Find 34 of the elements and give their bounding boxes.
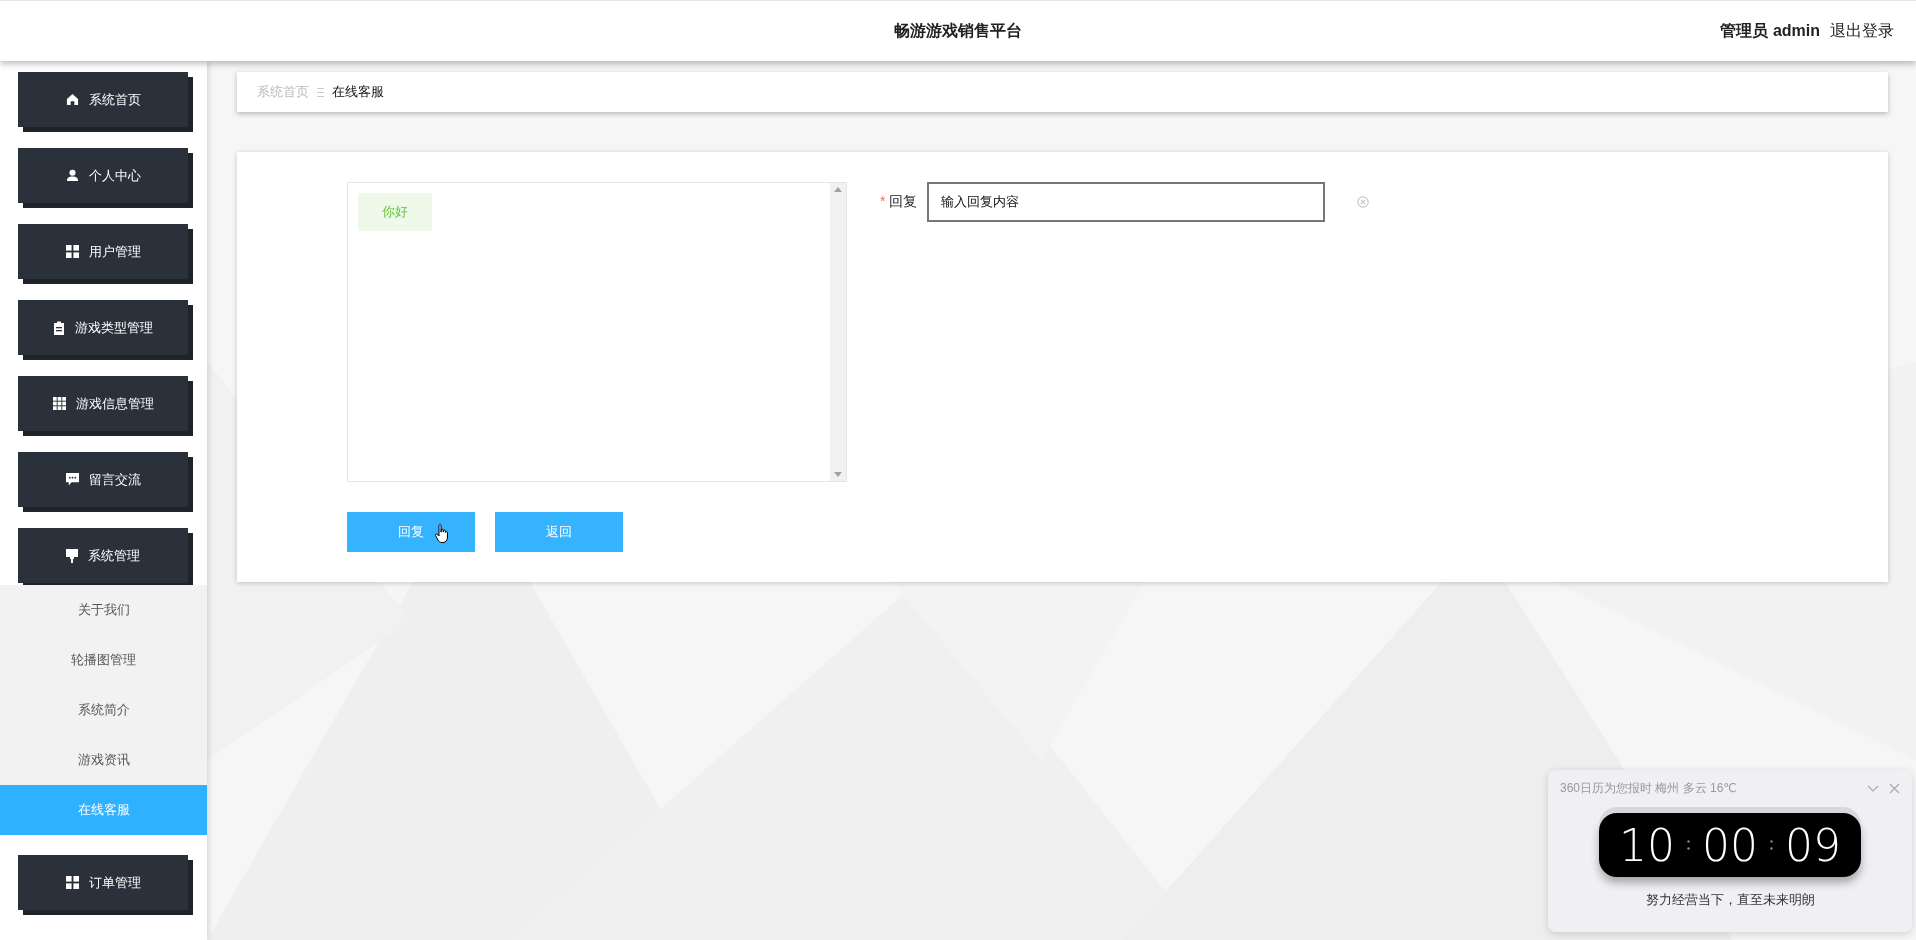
- colon-icon: [1687, 840, 1690, 850]
- motto-text: 努力经营当下，直至未来明朗: [1644, 891, 1816, 909]
- clipboard-icon: [53, 320, 65, 335]
- grid-icon: [65, 876, 79, 889]
- chat-bubble: 你好: [358, 193, 432, 231]
- field-label: * 回复: [880, 193, 918, 211]
- submenu-item[interactable]: 系统简介: [0, 685, 207, 735]
- submenu-item[interactable]: 轮播图管理: [0, 635, 207, 685]
- separator-icon: [317, 87, 324, 97]
- breadcrumb-link[interactable]: 在线客服: [332, 83, 384, 101]
- user-label: 管理员 admin: [1720, 20, 1820, 41]
- home-icon: [65, 93, 79, 106]
- clock-digits: 00: [1702, 819, 1758, 871]
- clock-digits: 10: [1619, 819, 1675, 871]
- widget-title: 360日历为您报时 梅州 多云 16℃: [1560, 780, 1738, 797]
- submenu-item[interactable]: 游戏资讯: [0, 735, 207, 785]
- close-icon[interactable]: [1889, 783, 1900, 794]
- logout-link[interactable]: 退出登录: [1830, 20, 1894, 42]
- user-icon: [65, 169, 79, 182]
- clock-digits: 09: [1785, 819, 1841, 871]
- colon-icon: [1770, 840, 1773, 850]
- hand-cursor-icon: [435, 524, 449, 544]
- site-title: 畅游游戏销售平台: [894, 21, 1022, 39]
- scroll-up-icon[interactable]: [834, 187, 842, 192]
- submenu-item[interactable]: 关于我们: [0, 585, 207, 635]
- reply-input[interactable]: 输入回复内容: [927, 182, 1326, 222]
- chat-icon: [65, 473, 79, 486]
- chevron-down-icon[interactable]: [1867, 785, 1879, 792]
- grid-icon: [65, 245, 79, 258]
- clear-icon[interactable]: [1357, 196, 1370, 208]
- scroll-down-icon[interactable]: [834, 472, 842, 477]
- scrollbar[interactable]: [830, 183, 846, 481]
- table-icon: [52, 397, 66, 410]
- pin-icon: [66, 548, 78, 563]
